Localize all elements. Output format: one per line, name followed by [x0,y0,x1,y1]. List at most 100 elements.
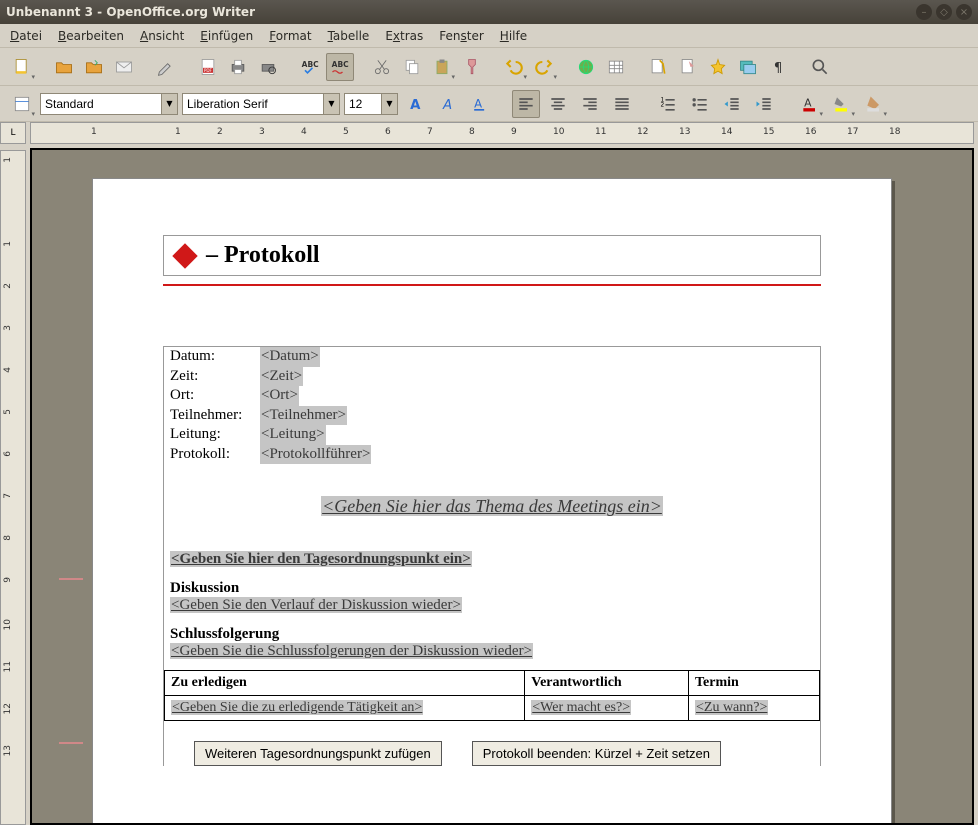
menu-einfuegen[interactable]: Einfügen [194,27,259,45]
edit-button[interactable] [152,53,180,81]
bullet-list-button[interactable] [686,90,714,118]
style-input[interactable] [41,94,161,114]
italic-button[interactable]: A [434,90,462,118]
minimize-button[interactable]: – [916,4,932,20]
redo-button[interactable] [530,53,558,81]
field-schluss[interactable]: <Geben Sie die Schlussfolgerungen der Di… [170,643,533,659]
save-button[interactable] [80,53,108,81]
menu-hilfe[interactable]: Hilfe [494,27,533,45]
label-protokoll: Protokoll: [170,445,254,465]
increase-indent-button[interactable] [750,90,778,118]
font-combo[interactable]: ▼ [182,93,340,115]
decrease-indent-button[interactable] [718,90,746,118]
page[interactable]: – Protokoll Datum:<Datum> Zeit:<Zeit> Or… [92,178,892,825]
maximize-button[interactable]: ◇ [936,4,952,20]
size-dropdown-icon[interactable]: ▼ [381,94,397,114]
menu-bearbeiten[interactable]: Bearbeiten [52,27,130,45]
th-verantwortlich: Verantwortlich [525,671,689,696]
document-button[interactable] [644,53,672,81]
open-button[interactable] [50,53,78,81]
field-zeit[interactable]: <Zeit> [260,367,303,387]
styles-window-button[interactable] [8,90,36,118]
ruler-tick: 15 [763,127,774,137]
autospell-button[interactable]: ABC [326,53,354,81]
menu-datei[interactable]: Datei [4,27,48,45]
format-paintbrush-button[interactable] [458,53,486,81]
margin-mark-icon [59,742,83,744]
bgcolor-button[interactable] [860,90,888,118]
print-preview-button[interactable] [254,53,282,81]
diamond-icon [172,243,197,268]
cut-button[interactable] [368,53,396,81]
field-diskussion[interactable]: <Geben Sie den Verlauf der Diskussion wi… [170,597,462,613]
align-center-button[interactable] [544,90,572,118]
todo-table: Zu erledigen Verantwortlich Termin <Gebe… [164,670,820,721]
navigator-button[interactable] [704,53,732,81]
font-color-button[interactable]: A [796,90,824,118]
font-input[interactable] [183,94,323,114]
ruler-tick: 13 [679,127,690,137]
field-agenda[interactable]: <Geben Sie hier den Tagesordnungspunkt e… [170,551,472,567]
label-zeit: Zeit: [170,367,254,387]
copy-button[interactable] [398,53,426,81]
gallery-button[interactable] [734,53,762,81]
ruler-tick: 1 [3,157,13,163]
hyperlink-button[interactable] [572,53,600,81]
field-wann[interactable]: <Zu wann?> [695,700,768,715]
email-button[interactable] [110,53,138,81]
align-right-button[interactable] [576,90,604,118]
ruler-tick: 8 [3,535,13,541]
menu-extras[interactable]: Extras [379,27,429,45]
highlight-button[interactable] [828,90,856,118]
field-ort[interactable]: <Ort> [260,386,299,406]
menu-ansicht[interactable]: Ansicht [134,27,190,45]
numbered-list-button[interactable]: 12 [654,90,682,118]
ruler-tick: 6 [3,451,13,457]
styles-button[interactable] [674,53,702,81]
field-taetigkeit[interactable]: <Geben Sie die zu erledigende Tätigkeit … [171,700,423,715]
label-datum: Datum: [170,347,254,367]
field-theme[interactable]: <Geben Sie hier das Thema des Meetings e… [321,496,663,516]
pdf-export-button[interactable]: PDF [194,53,222,81]
zoom-button[interactable] [806,53,834,81]
ruler-tick: 9 [511,127,517,137]
field-teilnehmer[interactable]: <Teilnehmer> [260,406,347,426]
field-protokoll[interactable]: <Protokollführer> [260,445,371,465]
new-button[interactable] [8,53,36,81]
nonprinting-button[interactable]: ¶ [764,53,792,81]
print-button[interactable] [224,53,252,81]
menu-format[interactable]: Format [263,27,317,45]
svg-text:A: A [804,96,812,109]
heading-schluss: Schlussfolgerung [164,626,820,643]
ruler-horizontal[interactable]: 1123456789101112131415161718 [30,122,974,144]
field-datum[interactable]: <Datum> [260,347,320,367]
field-leitung[interactable]: <Leitung> [260,425,326,445]
undo-button[interactable] [500,53,528,81]
underline-button[interactable]: A [466,90,494,118]
size-input[interactable] [345,94,381,114]
ruler-tick: 10 [553,127,564,137]
ruler-tick: 13 [3,745,13,756]
svg-text:¶: ¶ [774,61,782,76]
align-justify-button[interactable] [608,90,636,118]
spellcheck-button[interactable]: ABC [296,53,324,81]
size-combo[interactable]: ▼ [344,93,398,115]
close-button[interactable]: × [956,4,972,20]
bold-button[interactable]: A [402,90,430,118]
label-ort: Ort: [170,386,254,406]
ruler-vertical[interactable]: 112345678910111213 [0,150,26,825]
style-combo[interactable]: ▼ [40,93,178,115]
ruler-tick: 12 [637,127,648,137]
table-button[interactable] [602,53,630,81]
paste-button[interactable] [428,53,456,81]
ruler-tick: 4 [301,127,307,137]
align-left-button[interactable] [512,90,540,118]
font-dropdown-icon[interactable]: ▼ [323,94,339,114]
finish-protocol-button[interactable]: Protokoll beenden: Kürzel + Zeit setzen [472,741,721,766]
style-dropdown-icon[interactable]: ▼ [161,94,177,114]
menu-fenster[interactable]: Fenster [433,27,490,45]
field-wer[interactable]: <Wer macht es?> [531,700,631,715]
menu-tabelle[interactable]: Tabelle [322,27,376,45]
add-agenda-button[interactable]: Weiteren Tagesordnungspunkt zufügen [194,741,442,766]
document-area[interactable]: – Protokoll Datum:<Datum> Zeit:<Zeit> Or… [30,148,974,825]
